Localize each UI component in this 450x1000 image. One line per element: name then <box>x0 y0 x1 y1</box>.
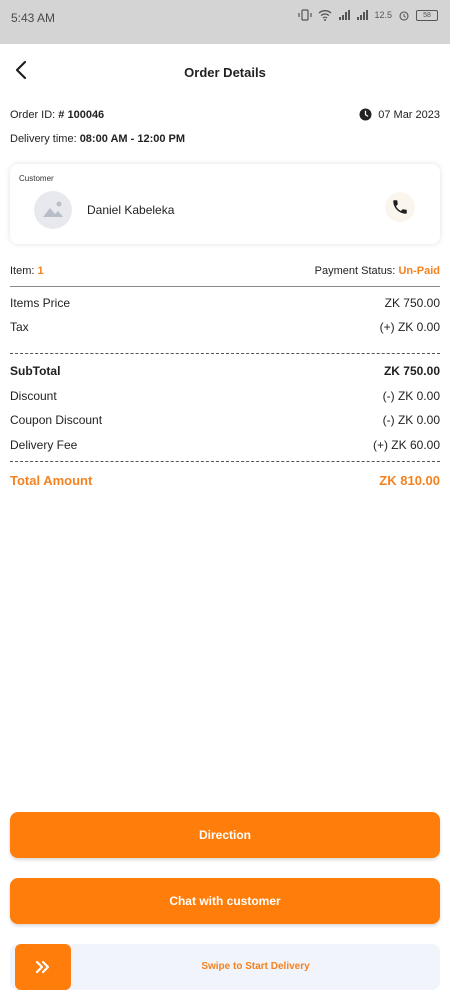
swipe-to-start-delivery-slider[interactable]: Swipe to Start Delivery <box>10 944 440 990</box>
price-line-tax: Tax (+) ZK 0.00 <box>10 319 440 335</box>
item-label: Item: <box>10 265 35 277</box>
wifi-icon <box>319 10 332 21</box>
price-line-value: (+) ZK 0.00 <box>379 320 440 334</box>
price-line-items: Items Price ZK 750.00 <box>10 295 440 311</box>
item-payment-row: Item: 1 Payment Status: Un-Paid <box>10 265 440 277</box>
price-line-label: Tax <box>10 320 29 334</box>
order-id-label: Order ID: <box>10 109 56 121</box>
battery-icon: 58 <box>416 9 438 21</box>
network-speed: 12.5 <box>374 10 392 20</box>
adjustment-label: Delivery Fee <box>10 438 78 452</box>
adjustment-value: (+) ZK 60.00 <box>372 438 440 452</box>
avatar <box>34 191 72 229</box>
signal-icon-2 <box>357 10 369 20</box>
payment-status: Payment Status: Un-Paid <box>315 265 440 277</box>
alarm-icon <box>399 11 409 21</box>
adjustment-value: (-) ZK 0.00 <box>382 413 440 427</box>
app-header: Order Details <box>0 44 450 100</box>
total-label: Total Amount <box>10 472 93 488</box>
order-date: 07 Mar 2023 <box>359 108 440 121</box>
signal-icon <box>339 10 351 20</box>
subtotal-label: SubTotal <box>10 364 61 378</box>
vibrate-icon <box>298 9 313 21</box>
delivery-time-value: 08:00 AM - 12:00 PM <box>79 133 186 145</box>
item-count: 1 <box>37 265 44 277</box>
subtotal-value: ZK 750.00 <box>383 364 440 378</box>
price-line-value: ZK 750.00 <box>384 296 440 310</box>
direction-button[interactable]: Direction <box>10 812 440 858</box>
system-icons: 12.5 58 <box>298 9 438 21</box>
swipe-handle[interactable] <box>15 944 71 990</box>
direction-button-label: Direction <box>198 828 251 842</box>
page-title: Order Details <box>184 65 266 80</box>
dashed-divider <box>10 461 440 462</box>
chat-button-label: Chat with customer <box>169 894 281 908</box>
subtotal-line: SubTotal ZK 750.00 <box>10 363 440 379</box>
phone-icon <box>393 200 407 214</box>
divider <box>10 286 440 287</box>
adjustment-label: Coupon Discount <box>10 413 103 427</box>
call-customer-button[interactable] <box>385 192 415 222</box>
delivery-time-row: Delivery time: 08:00 AM - 12:00 PM <box>10 133 440 145</box>
customer-label: Customer <box>19 174 54 183</box>
swipe-label: Swipe to Start Delivery <box>201 961 310 972</box>
order-date-text: 07 Mar 2023 <box>378 108 440 121</box>
status-time: 5:43 AM <box>11 11 56 25</box>
order-id-value: # 100046 <box>58 109 105 121</box>
customer-name: Daniel Kabeleka <box>87 203 175 217</box>
delivery-time-label: Delivery time: <box>10 133 77 145</box>
price-line-label: Items Price <box>10 296 71 310</box>
delivery-fee-line: Delivery Fee (+) ZK 60.00 <box>10 437 440 453</box>
image-placeholder-icon <box>43 201 63 217</box>
payment-status-label: Payment Status: <box>314 265 396 277</box>
total-line: Total Amount ZK 810.00 <box>10 472 440 488</box>
adjustment-label: Discount <box>10 389 57 403</box>
payment-status-value: Un-Paid <box>398 265 440 277</box>
adjustment-value: (-) ZK 0.00 <box>382 389 440 403</box>
chat-with-customer-button[interactable]: Chat with customer <box>10 878 440 924</box>
total-value: ZK 810.00 <box>379 472 440 488</box>
dashed-divider <box>10 353 440 354</box>
double-chevron-right-icon <box>35 960 50 974</box>
status-bar: 5:43 AM 12.5 58 <box>0 0 450 44</box>
coupon-discount-line: Coupon Discount (-) ZK 0.00 <box>10 412 440 428</box>
customer-card: Customer Daniel Kabeleka <box>10 164 440 244</box>
clock-icon <box>359 108 372 121</box>
discount-line: Discount (-) ZK 0.00 <box>10 388 440 404</box>
